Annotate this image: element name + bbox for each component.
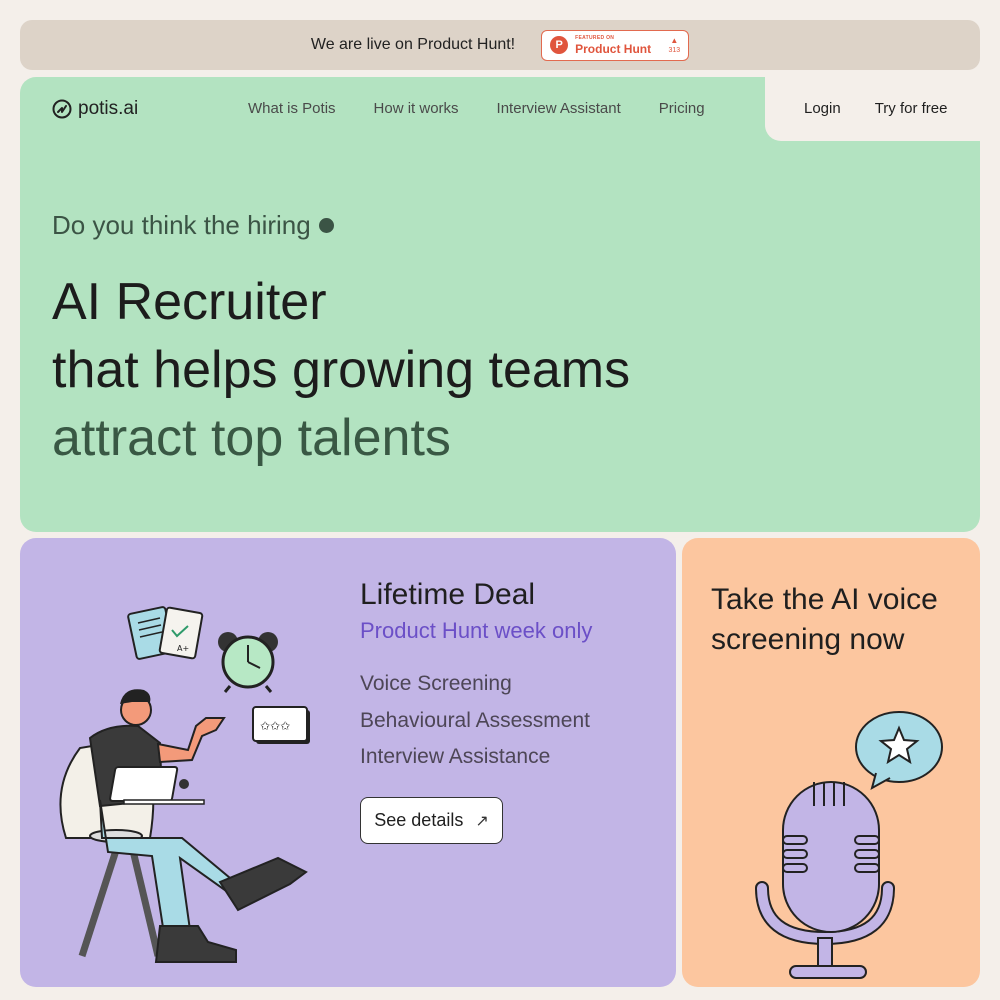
product-hunt-badge[interactable]: P FEATURED ON Product Hunt ▲ 313 [541, 29, 690, 61]
product-hunt-featured-label: FEATURED ON [575, 34, 615, 41]
rating-stars-icon: ✩✩✩ [252, 706, 310, 744]
deal-title: Lifetime Deal [360, 578, 536, 611]
announcement-bar: We are live on Product Hunt! P FEATURED … [20, 20, 980, 70]
login-link[interactable]: Login [804, 100, 841, 117]
documents-icon: A+ [127, 606, 204, 660]
auth-links: Login Try for free [804, 100, 948, 117]
nav-pricing[interactable]: Pricing [659, 100, 705, 117]
logo[interactable]: potis.ai [52, 98, 138, 120]
feature-interview-assistance: Interview Assistance [360, 745, 551, 768]
arrow-up-right-icon: ↗ [475, 812, 489, 830]
product-hunt-name: Product Hunt [575, 41, 652, 56]
product-hunt-votes: ▲ 313 [668, 35, 681, 54]
hero-title-line-2: that helps growing teams [52, 341, 631, 399]
person-with-laptop-illustration: A+ ✩✩✩ [59, 606, 310, 963]
typing-cursor-dot [318, 218, 334, 233]
see-details-button[interactable]: See details ↗ [360, 797, 503, 844]
svg-text:A+: A+ [177, 644, 189, 653]
potis-logo-icon [52, 99, 72, 119]
try-for-free-link[interactable]: Try for free [875, 100, 948, 117]
product-hunt-logo-icon: P [550, 36, 569, 54]
lifetime-deal-card: A+ ✩✩✩ Lifetime Deal Product Hunt week o… [20, 538, 676, 987]
microphone-illustration [755, 711, 943, 979]
deal-subtitle: Product Hunt week only [360, 618, 593, 643]
alarm-clock-icon [218, 632, 278, 693]
upvote-arrow-icon: ▲ [670, 35, 679, 45]
hero-kicker-text: Do you think the hiring [52, 210, 311, 240]
hero-title-line-1: AI Recruiter [52, 273, 327, 331]
microphone-icon [755, 781, 895, 979]
svg-text:✩✩✩: ✩✩✩ [260, 719, 290, 733]
feature-voice-screening: Voice Screening [360, 672, 512, 695]
hero-kicker: Do you think the hiring [52, 210, 334, 241]
vote-count: 313 [668, 46, 681, 54]
nav-how-it-works[interactable]: How it works [374, 100, 459, 117]
feature-behavioural-assessment: Behavioural Assessment [360, 709, 590, 732]
announcement-text: We are live on Product Hunt! [310, 36, 516, 53]
nav-what-is-potis[interactable]: What is Potis [248, 100, 336, 117]
see-details-label: See details [374, 810, 464, 830]
nav-interview-assistant[interactable]: Interview Assistant [497, 100, 621, 117]
star-speech-bubble-icon [855, 711, 943, 791]
voice-screening-card[interactable]: Take the AI voice screening now [682, 538, 980, 987]
main-nav: What is Potis How it works Interview Ass… [248, 100, 705, 117]
product-hunt-badge-texts: FEATURED ON Product Hunt [575, 34, 652, 56]
logo-text: potis.ai [78, 98, 139, 119]
hero-title: AI Recruiter that helps growing teams at… [52, 268, 630, 472]
hero-title-line-3: attract top talents [52, 409, 451, 467]
